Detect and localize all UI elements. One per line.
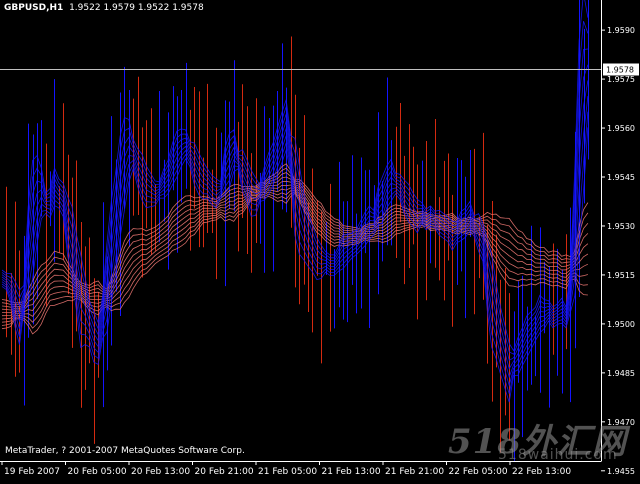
low-price: 1.9522 [137, 3, 170, 13]
symbol-label: GBPUSD,H1 [4, 3, 64, 13]
time-tick-label: 20 Feb 13:00 [131, 467, 190, 477]
price-tick-label: 1.9530 [607, 222, 635, 231]
current-price-line: 1.9578 [0, 63, 639, 76]
watermark-url: 518waihui.com [498, 447, 618, 463]
time-tick-label: 22 Feb 13:00 [512, 467, 571, 477]
chart-window[interactable]: 1.9590 1.9575 1.9560 1.9545 1.9530 1.9515 1.95… [0, 0, 640, 480]
price-tick-label: 1.9590 [607, 26, 635, 35]
current-price-label: 1.9578 [606, 66, 634, 75]
price-tick-label: 1.9545 [607, 173, 635, 182]
fast-ma-ribbon [1, 0, 589, 403]
high-price: 1.9579 [103, 3, 135, 13]
price-chart[interactable]: 1.9590 1.9575 1.9560 1.9545 1.9530 1.9515 1.95… [0, 0, 640, 480]
time-tick-label: 20 Feb 21:00 [195, 467, 254, 477]
copyright-text: MetaTrader, ? 2001-2007 MetaQuotes Softw… [5, 446, 245, 456]
time-tick-label: 21 Feb 05:00 [258, 467, 317, 477]
time-scale: 19 Feb 2007 20 Feb 05:00 20 Feb 13:00 20 Fe… [1, 461, 571, 477]
price-scale: 1.9590 1.9575 1.9560 1.9545 1.9530 1.9515 1.95… [601, 26, 635, 476]
close-price: 1.9578 [172, 3, 204, 13]
time-tick-label: 20 Feb 05:00 [68, 467, 127, 477]
chart-header: GBPUSD,H1 1.9522 1.9579 1.9522 1.9578 [4, 3, 204, 13]
open-price: 1.9522 [69, 3, 101, 13]
time-tick-label: 21 Feb 21:00 [385, 467, 444, 477]
time-tick-label: 21 Feb 13:00 [322, 467, 381, 477]
price-tick-label: 1.9575 [607, 75, 635, 84]
price-tick-label: 1.9560 [607, 124, 635, 133]
price-tick-label: 1.9500 [607, 320, 635, 329]
price-tick-label: 1.9515 [607, 271, 635, 280]
time-tick-label: 19 Feb 2007 [4, 467, 60, 477]
price-tick-label: 1.9485 [607, 369, 635, 378]
time-tick-label: 22 Feb 05:00 [449, 467, 508, 477]
price-tick-label: 1.9455 [607, 467, 635, 476]
